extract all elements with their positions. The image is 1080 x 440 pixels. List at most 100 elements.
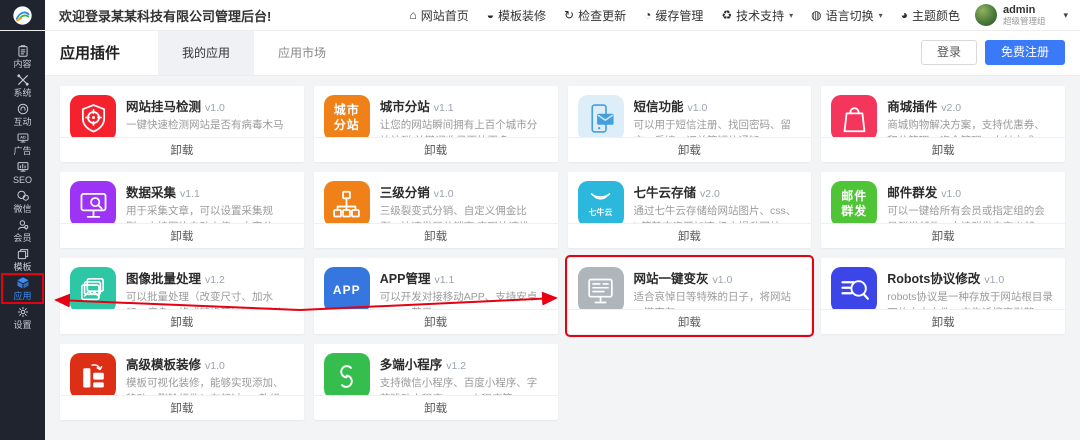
plugin-title: 网站挂马检测v1.0 bbox=[126, 96, 284, 115]
plugin-description: 可以批量处理（改变尺寸、加水印、瘦身、格式转换等）网站图片 bbox=[126, 290, 294, 309]
uninstall-button[interactable]: 卸载 bbox=[932, 228, 955, 244]
top-nav-label: 检查更新 bbox=[578, 7, 626, 24]
uninstall-button[interactable]: 卸载 bbox=[170, 228, 193, 244]
uninstall-button[interactable]: 卸载 bbox=[424, 142, 447, 158]
plugin-description: 可以一键给所有会员或指定组的会员群发邮件，支持群发自定义邮箱，支持邮箱号码导入导… bbox=[887, 204, 1055, 223]
uninstall-button[interactable]: 卸载 bbox=[932, 142, 955, 158]
uninstall-button[interactable]: 卸载 bbox=[170, 142, 193, 158]
svg-text:AD: AD bbox=[20, 136, 26, 140]
plugin-title: 网站一键变灰v1.0 bbox=[634, 268, 802, 287]
uninstall-button[interactable]: 卸载 bbox=[678, 142, 701, 158]
plugin-title: 短信功能v1.0 bbox=[634, 96, 802, 115]
support-icon: ♻ bbox=[721, 9, 732, 21]
plugin-card: 邮件 群发 邮件群发v1.0 可以一键给所有会员或指定组的会员群发邮件，支持群发… bbox=[821, 172, 1065, 248]
sidebar-item-label: 互动 bbox=[13, 118, 31, 127]
uninstall-button[interactable]: 卸载 bbox=[170, 400, 193, 416]
welcome-text: 欢迎登录某某科技有限公司管理后台! bbox=[59, 6, 271, 25]
top-nav: ⌂ 网站首页 ◒ 模板装修 ↻ 检查更新 ◔ 缓存管理 ♻ 技术支持 ▾ ◍ bbox=[401, 7, 969, 24]
sidebar-item[interactable]: 内容 bbox=[2, 42, 43, 71]
plugin-title: 三级分销v1.0 bbox=[380, 182, 548, 201]
tab[interactable]: 我的应用 bbox=[158, 30, 254, 75]
uninstall-button[interactable]: 卸载 bbox=[424, 314, 447, 330]
layout-icon bbox=[70, 353, 116, 395]
plugin-description: 让您的网站瞬间拥有上百个城市分站站群,关键词收录更快更多,SEO优化引流神器 bbox=[380, 118, 548, 137]
language-icon: ◍ bbox=[811, 9, 821, 21]
plugin-version: v1.1 bbox=[434, 102, 454, 114]
chevron-down-icon[interactable]: ▾ bbox=[1063, 10, 1068, 21]
top-nav-item[interactable]: ⌂ 网站首页 bbox=[401, 7, 478, 24]
mail-text-icon: 邮件 群发 bbox=[831, 181, 877, 223]
page-header: 应用插件 我的应用 应用市场 登录 免费注册 bbox=[45, 30, 1080, 76]
app-text-icon: APP bbox=[324, 267, 370, 309]
plugin-title: 图像批量处理v1.2 bbox=[126, 268, 294, 287]
member-icon bbox=[16, 218, 30, 232]
sidebar-item-label: 应用 bbox=[13, 292, 31, 301]
plugin-description: 适合哀悼日等特殊的日子，将网站一键变灰 bbox=[634, 290, 802, 309]
robots-icon bbox=[831, 267, 877, 309]
plugin-description: 三级裂变式分销、自定义佣金比例、快速发展分销商,实现快速推广与销售产品 bbox=[380, 204, 548, 223]
sidebar-item[interactable]: AD 广告 bbox=[2, 129, 43, 158]
plugin-title: APP管理v1.1 bbox=[380, 268, 548, 287]
system-icon bbox=[16, 73, 30, 87]
tab[interactable]: 应用市场 bbox=[254, 30, 350, 75]
sidebar-item[interactable]: 模板 bbox=[2, 245, 43, 274]
uninstall-button[interactable]: 卸载 bbox=[424, 400, 447, 416]
uninstall-button[interactable]: 卸载 bbox=[678, 228, 701, 244]
plugin-title: 多端小程序v1.2 bbox=[380, 354, 548, 373]
page-title: 应用插件 bbox=[60, 42, 120, 63]
top-nav-item[interactable]: ◔ 缓存管理 bbox=[635, 7, 712, 24]
top-nav-item[interactable]: ↻ 检查更新 bbox=[555, 7, 635, 24]
plugin-version: v1.2 bbox=[446, 360, 466, 372]
plugin-version: v1.2 bbox=[205, 274, 225, 286]
sidebar-item-label: 设置 bbox=[13, 321, 31, 330]
sidebar: 内容 系统 互动 AD 广告 SEO 微信 会员 模板 应用 设置 bbox=[0, 30, 45, 440]
plugin-card: 七牛云 七牛云存储v2.0 通过七牛云存储给网站图片、css、js等静态资源加速… bbox=[568, 172, 812, 248]
plugin-version: v2.0 bbox=[941, 102, 961, 114]
user-menu[interactable]: admin 超级管理组 bbox=[975, 4, 1046, 26]
chevron-down-icon: ▾ bbox=[789, 11, 793, 20]
user-name: admin bbox=[1003, 4, 1046, 17]
top-nav-label: 技术支持 bbox=[736, 7, 784, 24]
sidebar-item[interactable]: 系统 bbox=[2, 71, 43, 100]
app-logo[interactable] bbox=[0, 0, 45, 30]
plugin-title: 高级模板装修v1.0 bbox=[126, 354, 294, 373]
top-nav-item[interactable]: ♻ 技术支持 ▾ bbox=[712, 7, 802, 24]
sidebar-item[interactable]: SEO bbox=[2, 158, 43, 187]
sidebar-item-label: 会员 bbox=[13, 234, 31, 243]
register-button[interactable]: 免费注册 bbox=[985, 40, 1065, 66]
login-button[interactable]: 登录 bbox=[921, 40, 977, 66]
theme-icon: ◕ bbox=[901, 9, 908, 21]
plugin-card: 数据采集v1.1 用于采集文章，可以设置采集规则，支持图片自动上传、内容分页采集… bbox=[60, 172, 304, 248]
uninstall-button[interactable]: 卸载 bbox=[678, 314, 701, 330]
top-nav-item[interactable]: ◒ 模板装修 bbox=[478, 7, 555, 24]
avatar bbox=[975, 4, 997, 26]
plugin-version: v1.1 bbox=[180, 188, 200, 200]
plugin-version: v1.0 bbox=[688, 102, 708, 114]
miniapp-icon bbox=[324, 353, 370, 395]
sidebar-item[interactable]: 应用 bbox=[2, 274, 43, 303]
uninstall-button[interactable]: 卸载 bbox=[932, 314, 955, 330]
user-role: 超级管理组 bbox=[1003, 17, 1046, 26]
sidebar-item[interactable]: 会员 bbox=[2, 216, 43, 245]
plugin-title: 城市分站v1.1 bbox=[380, 96, 548, 115]
header-actions: 登录 免费注册 bbox=[921, 40, 1065, 66]
sidebar-item[interactable]: 互动 bbox=[2, 100, 43, 129]
plugin-card: APP APP管理v1.1 可以开发对接移动APP、支持安卓APP、苹果APP … bbox=[314, 258, 558, 334]
plugin-version: v1.1 bbox=[434, 274, 454, 286]
logo-swirl-icon bbox=[12, 5, 33, 26]
sms-icon bbox=[578, 95, 624, 137]
wechat-icon bbox=[16, 189, 30, 203]
top-nav-item[interactable]: ◕ 主题颜色 bbox=[892, 7, 969, 24]
top-nav-label: 主题颜色 bbox=[912, 7, 960, 24]
uninstall-button[interactable]: 卸载 bbox=[170, 314, 193, 330]
plugin-card: 城市 分站 城市分站v1.1 让您的网站瞬间拥有上百个城市分站站群,关键词收录更… bbox=[314, 86, 558, 162]
sidebar-item[interactable]: 设置 bbox=[2, 303, 43, 332]
plugin-version: v1.0 bbox=[713, 274, 733, 286]
uninstall-button[interactable]: 卸载 bbox=[424, 228, 447, 244]
sidebar-item-label: SEO bbox=[13, 176, 32, 185]
top-nav-item[interactable]: ◍ 语言切换 ▾ bbox=[802, 7, 892, 24]
sidebar-item[interactable]: 微信 bbox=[2, 187, 43, 216]
plugin-card: 高级模板装修v1.0 模板可视化装修，能够实现添加、移动、删除组件！有超过200… bbox=[60, 344, 304, 420]
plugin-card: 网站一键变灰v1.0 适合哀悼日等特殊的日子，将网站一键变灰 卸载 bbox=[568, 258, 812, 334]
sidebar-item-label: 微信 bbox=[13, 205, 31, 214]
